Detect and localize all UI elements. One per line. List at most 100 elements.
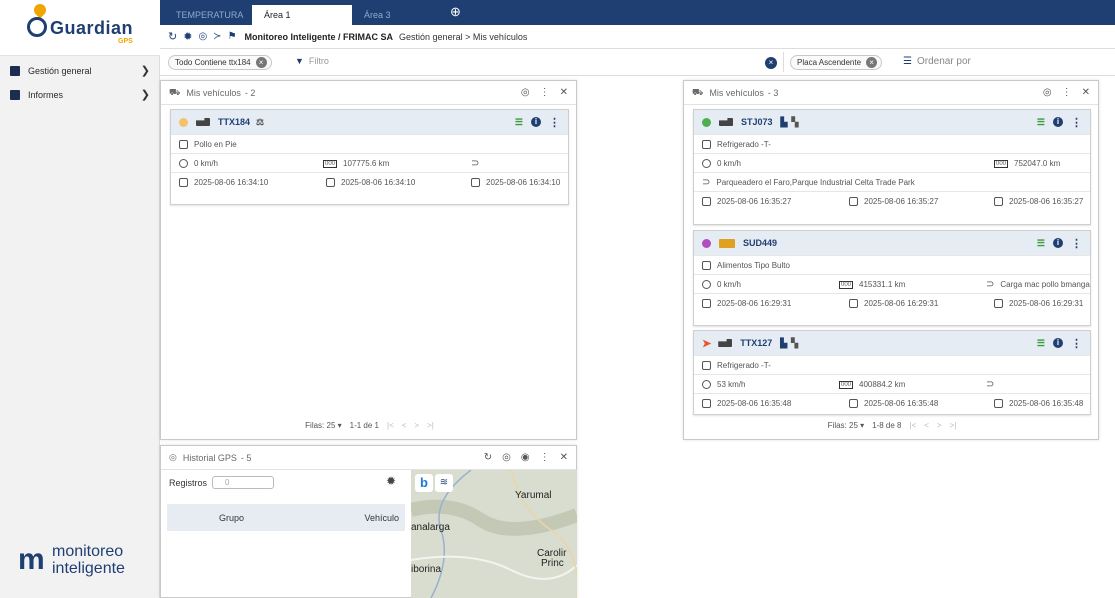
signal-icon: ☰ xyxy=(1036,237,1045,248)
breadcrumb-path: Gestión general > Mis vehículos xyxy=(399,31,528,42)
map-b-icon[interactable]: b xyxy=(415,474,433,492)
first-page-icon[interactable]: |< xyxy=(387,421,394,430)
sidebar-item-informes[interactable]: Informes ❯ xyxy=(0,84,160,106)
filter-bar: Todo Contiene ttx184 × ▼ Filtro × Placa … xyxy=(160,50,1115,76)
close-icon[interactable]: ✕ xyxy=(1082,87,1090,98)
order-by-input[interactable]: ☰ Ordenar por xyxy=(903,56,971,67)
location-value: Carga mac pollo bmanga xyxy=(1000,280,1090,289)
odometer-icon: 000 xyxy=(839,380,853,389)
column-vehicle[interactable]: Vehículo xyxy=(364,513,399,523)
close-icon[interactable]: ✕ xyxy=(560,452,568,463)
eye-off-icon[interactable]: ◉ xyxy=(521,452,530,463)
location-row: ⊃ Parqueadero el Faro,Parque Industrial C… xyxy=(694,172,1090,191)
rows-per-page-select[interactable]: Filas: 25 ▾ xyxy=(305,421,341,430)
funnel-icon: ▼ xyxy=(295,56,304,66)
tab-label: Área 1 xyxy=(264,10,291,20)
pagination: Filas: 25 ▾ 1-1 de 1 |< < > >| xyxy=(161,413,578,437)
info-icon[interactable]: i xyxy=(531,117,541,127)
date-value: 2025-08-06 16:34:10 xyxy=(194,178,269,187)
tab-temperatura[interactable]: TEMPERATURA xyxy=(164,5,255,25)
vehicle-card[interactable]: ➤ TTX127 ▙ ▚ ☰ i ⋮ Refrigerado -T- 53 km… xyxy=(693,330,1091,415)
map[interactable]: b ≋ Yarumal analarga Carolir Princ ibori… xyxy=(411,470,577,598)
vehicle-card[interactable]: SUD449 ☰ i ⋮ Alimentos Tipo Bulto 0 km/h… xyxy=(693,230,1091,326)
refresh-icon[interactable]: ↻ xyxy=(484,452,492,463)
cargo-icon xyxy=(179,139,188,149)
panel-count: - 5 xyxy=(240,452,252,463)
calendar-icon xyxy=(702,399,711,408)
vehicle-card[interactable]: TTX184 ⚖ ☰ i ⋮ Pollo en Pie 0 km/h 000 10… xyxy=(170,109,569,205)
truck-icon xyxy=(719,118,733,126)
panel-title: Mis vehículos xyxy=(709,87,764,98)
next-page-icon[interactable]: > xyxy=(414,421,419,430)
chevron-right-icon: ❯ xyxy=(140,65,150,77)
door-icon: ▚ xyxy=(791,116,799,127)
sidebar-item-gestion-general[interactable]: Gestión general ❯ xyxy=(0,60,160,82)
location-tag-icon: ⊃ xyxy=(471,158,480,169)
more-vert-icon[interactable]: ⋮ xyxy=(540,452,550,463)
first-page-icon[interactable]: |< xyxy=(910,421,917,430)
more-vert-icon[interactable]: ⋮ xyxy=(1062,87,1072,98)
more-vert-icon[interactable]: ⋮ xyxy=(549,116,560,129)
status-dot xyxy=(702,238,711,248)
tab-area-3[interactable]: Área 3 xyxy=(352,5,442,25)
location-icon[interactable]: ◎ xyxy=(502,452,511,463)
column-group[interactable]: Grupo xyxy=(219,513,244,523)
location-icon[interactable]: ◎ xyxy=(1043,87,1052,98)
more-vert-icon[interactable]: ⋮ xyxy=(540,87,550,98)
speed-row: 0 km/h 000 415331.1 km ⊃ Carga mac pollo b… xyxy=(694,274,1090,293)
sort-chip[interactable]: Placa Ascendente × xyxy=(790,55,883,70)
next-page-icon[interactable]: > xyxy=(937,421,942,430)
calendar-range-icon xyxy=(471,178,480,187)
terminal-icon[interactable]: ≻ xyxy=(213,31,221,42)
route-icon[interactable]: ⚑ xyxy=(228,31,237,42)
add-tab-icon[interactable]: ⊕ xyxy=(450,4,461,20)
more-vert-icon[interactable]: ⋮ xyxy=(1071,237,1082,250)
footer-logo: m monitoreo inteligente xyxy=(18,543,148,583)
date-value: 2025-08-06 16:34:10 xyxy=(486,178,561,187)
gear-icon[interactable]: ✹ xyxy=(183,30,192,43)
close-icon[interactable]: × xyxy=(866,57,878,68)
prev-page-icon[interactable]: < xyxy=(402,421,407,430)
cargo-row: Pollo en Pie xyxy=(171,134,568,153)
guardian-logo[interactable]: Guardian GPS xyxy=(0,0,160,56)
close-icon[interactable]: × xyxy=(255,57,267,68)
info-icon[interactable]: i xyxy=(1053,238,1063,248)
footer-logo-line1: monitoreo xyxy=(52,543,124,560)
prev-page-icon[interactable]: < xyxy=(924,421,929,430)
last-page-icon[interactable]: >| xyxy=(427,421,434,430)
signal-icon: ☰ xyxy=(1036,116,1045,127)
registros-input[interactable]: 0 xyxy=(212,476,275,489)
tab-label: Área 3 xyxy=(364,10,391,20)
calendar-icon xyxy=(179,178,188,187)
close-icon[interactable]: ✕ xyxy=(560,87,568,98)
vehicle-plate: STJ073 xyxy=(741,117,773,127)
info-icon[interactable]: i xyxy=(1053,338,1063,348)
location-icon[interactable]: ◎ xyxy=(198,31,207,42)
briefcase-icon xyxy=(10,66,20,76)
last-page-icon[interactable]: >| xyxy=(950,421,957,430)
calendar-icon xyxy=(849,399,858,408)
breadcrumb-company: Monitoreo Inteligente / FRIMAC SA xyxy=(244,31,394,42)
location-tag-icon: ⊃ xyxy=(702,176,711,188)
speed-value: 0 km/h xyxy=(194,159,219,168)
calendar-icon xyxy=(849,299,858,308)
more-vert-icon[interactable]: ⋮ xyxy=(1071,337,1082,350)
filter-input[interactable]: ▼ Filtro xyxy=(295,56,329,66)
filter-chip[interactable]: Todo Contiene ttx184 × xyxy=(168,55,272,70)
vehicle-card[interactable]: STJ073 ▙ ▚ ☰ i ⋮ Refrigerado -T- 0 km/h … xyxy=(693,109,1091,225)
status-dot xyxy=(179,117,188,127)
pagination: Filas: 25 ▾ 1-8 de 8 |< < > >| xyxy=(684,413,1100,437)
gear-icon[interactable]: ✹ xyxy=(386,474,396,488)
location-icon[interactable]: ◎ xyxy=(521,87,530,98)
rows-per-page-select[interactable]: Filas: 25 ▾ xyxy=(828,421,864,430)
dates-row: 2025-08-06 16:29:31 2025-08-06 16:29:31 … xyxy=(694,293,1090,312)
date-value: 2025-08-06 16:34:10 xyxy=(341,178,416,187)
clear-filter-icon[interactable]: × xyxy=(765,57,777,69)
info-icon[interactable]: i xyxy=(1053,117,1063,127)
layers-icon[interactable]: ≋ xyxy=(435,474,453,492)
tab-area-1[interactable]: Área 1 xyxy=(252,5,352,25)
refresh-icon[interactable]: ↻ xyxy=(168,30,177,43)
cargo-icon xyxy=(702,260,711,270)
thermo-icon: ▙ xyxy=(780,116,788,127)
more-vert-icon[interactable]: ⋮ xyxy=(1071,116,1082,129)
